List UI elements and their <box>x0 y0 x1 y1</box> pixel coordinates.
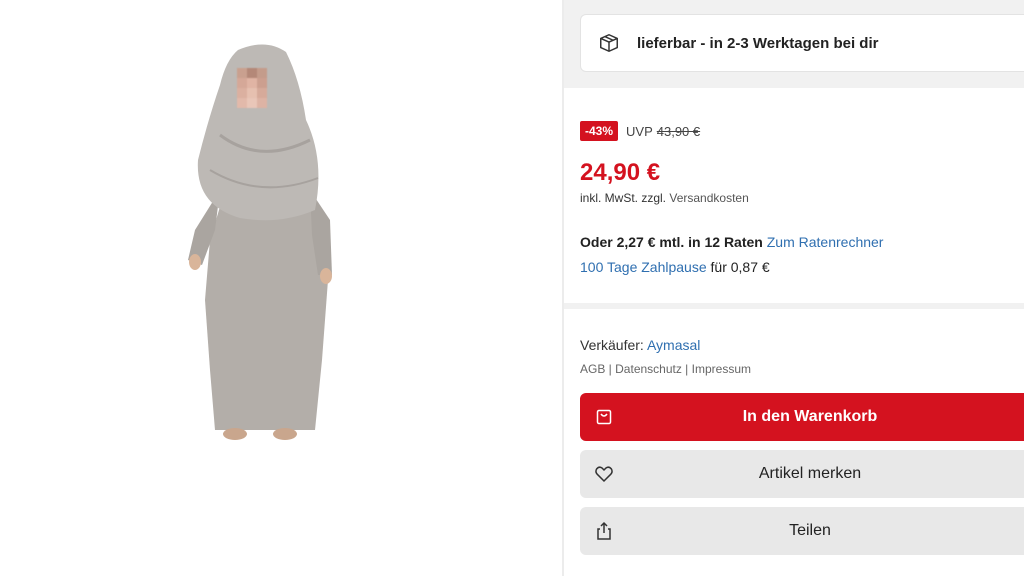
share-label: Teilen <box>789 522 831 539</box>
share-button[interactable]: Teilen <box>580 507 1024 555</box>
installment-text: Oder 2,27 € mtl. in 12 Raten <box>580 234 763 250</box>
delivery-text: lieferbar - in 2-3 Werktagen bei dir <box>637 34 879 52</box>
datenschutz-link[interactable]: Datenschutz <box>615 362 682 376</box>
payment-pause-info: 100 Tage Zahlpause für 0,87 € <box>580 259 770 275</box>
installment-calculator-link[interactable]: Zum Ratenrechner <box>767 234 884 250</box>
seller-label: Verkäufer: <box>580 337 644 353</box>
payment-pause-link[interactable]: 100 Tage Zahlpause <box>580 259 707 275</box>
add-to-cart-button[interactable]: In den Warenkorb <box>580 393 1024 441</box>
blurred-face <box>237 68 267 108</box>
shipping-cost-link[interactable]: Versandkosten <box>669 191 748 205</box>
price-reference-row: -43% UVP 43,90 € <box>580 121 700 141</box>
add-to-cart-label: In den Warenkorb <box>742 408 878 425</box>
seller-link[interactable]: Aymasal <box>647 337 700 353</box>
installment-info: Oder 2,27 € mtl. in 12 Raten Zum Ratenre… <box>580 234 883 250</box>
discount-badge: -43% <box>580 121 619 141</box>
uvp-price: 43,90 € <box>656 123 701 139</box>
payment-pause-fee: für 0,87 € <box>710 259 770 275</box>
seller-info: Verkäufer: Aymasal <box>580 337 700 353</box>
agb-link[interactable]: AGB <box>580 362 605 376</box>
shopping-bag-icon <box>594 407 614 427</box>
watchlist-label: Artikel merken <box>758 465 862 482</box>
product-image[interactable] <box>180 40 350 450</box>
price-section: -43% UVP 43,90 € 24,90 € inkl. MwSt. zzg… <box>564 88 1024 303</box>
tax-prefix: inkl. MwSt. zzgl. <box>580 191 667 205</box>
impressum-link[interactable]: Impressum <box>692 362 751 376</box>
current-price: 24,90 € <box>580 159 661 186</box>
tax-note: inkl. MwSt. zzgl. Versandkosten <box>580 191 749 205</box>
watchlist-button[interactable]: Artikel merken <box>580 450 1024 498</box>
share-icon <box>594 521 614 541</box>
heart-icon <box>594 464 614 484</box>
delivery-info: lieferbar - in 2-3 Werktagen bei dir <box>580 14 1024 72</box>
product-image-area <box>0 0 562 576</box>
seller-section: Verkäufer: Aymasal AGB | Datenschutz | I… <box>564 309 1024 576</box>
legal-separator: | <box>605 362 616 376</box>
package-icon <box>597 31 621 55</box>
uvp-label: UVP <box>626 123 653 139</box>
legal-separator: | <box>681 362 692 376</box>
product-detail-panel: lieferbar - in 2-3 Werktagen bei dir -43… <box>564 0 1024 576</box>
seller-legal-links: AGB | Datenschutz | Impressum <box>580 362 751 376</box>
